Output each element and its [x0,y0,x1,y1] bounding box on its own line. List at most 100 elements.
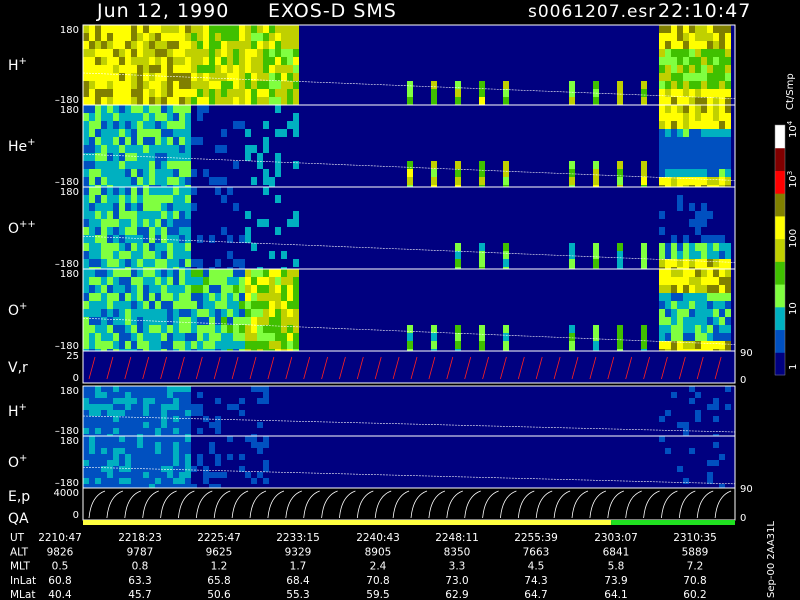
table-cell: 70.8 [366,575,389,587]
panel-5 [82,385,736,440]
qa-bar-green [611,520,735,525]
colorbar-swatch [775,306,785,331]
colorbar-swatch [775,147,785,171]
table-cell: 2303:07 [594,532,638,544]
panel-bottom-tick-7: 0 [73,510,79,521]
qa-bar [83,520,735,525]
table-cell: 4.5 [528,561,545,573]
qa-bar-yellow [83,520,612,525]
colorbar-tick: 103 [786,171,799,188]
right-axis-vr_bottom: 0 [740,375,746,386]
table-cell: 3.3 [449,561,466,573]
panel-top-tick-2: 180 [60,187,79,198]
table-cell: 2240:43 [356,532,400,544]
colorbar-tick: 10 [788,302,799,315]
table-cell: 62.9 [445,589,468,600]
table-cell: 5889 [682,546,709,558]
panel-bottom-tick-4: 0 [73,373,79,384]
ephemeris-table: UT 2210:47 2218:23 2225:47 2233:15 2240:43 224… [10,532,717,600]
table-cell: 45.7 [128,589,151,600]
table-row-label: InLat [10,575,36,587]
panel-top-tick-1: 180 [60,105,79,116]
colorbar-swatch [775,329,785,353]
table-cell: 73.0 [445,575,468,587]
side-label: Sep-00 2AA31L [766,521,777,598]
panel-label-5: H+ [8,402,27,420]
right-axis-ep_top: 90 [740,484,753,495]
table-cell: 60.2 [683,589,706,600]
table-cell: 2.4 [370,561,387,573]
table-cell: 1.2 [211,561,228,573]
panel-3 [82,268,736,357]
table-cell: 2248:11 [435,532,479,544]
spectrogram-panels [82,24,736,521]
panel-label-3: O+ [8,301,27,319]
table-cell: 74.3 [524,575,547,587]
qa-label: QA [8,511,29,527]
table-cell: 70.8 [683,575,706,587]
panel-label-sup-6: + [19,453,27,464]
table-cell: 40.4 [48,589,72,600]
table-cell: 2255:39 [514,532,558,544]
colorbar-tick: 104 [786,120,799,138]
colorbar-tick: 1 [788,364,799,370]
panel-top-tick-7: 4000 [54,488,79,499]
colorbar-tick: 100 [788,229,799,248]
table-cell: 9787 [127,546,154,558]
colorbar-swatch [775,125,785,149]
chart-date: Jun 12, 1990 [96,0,229,22]
table-cell: 73.9 [604,575,627,587]
right-axis-vr_top: 90 [740,348,753,359]
panel-top-tick-6: 180 [60,436,79,447]
colorbar-swatch [775,238,785,262]
colorbar-swatch [775,352,785,376]
colorbar-swatch [775,215,785,240]
table-cell: 2218:23 [118,532,162,544]
colorbar-swatch [775,170,785,194]
panel-label-1: He+ [8,137,36,155]
table-cell: 8350 [444,546,471,558]
colorbar-swatch [775,261,785,285]
panel-label-6: O+ [8,453,27,471]
table-cell: 0.5 [52,561,69,573]
panel-label-sup-1: + [27,137,35,148]
panel-top-tick-4: 25 [66,351,79,362]
panel-label-sup-5: + [19,402,27,413]
table-cell: 63.3 [128,575,151,587]
right-axis-ep_bottom: 0 [740,513,746,524]
table-cell: 2310:35 [673,532,717,544]
table-cell: 7663 [523,546,550,558]
panel-4 [82,350,736,384]
table-cell: 6841 [603,546,630,558]
panel-2 [82,186,736,275]
table-row-label: ALT [10,546,29,558]
table-cell: 65.8 [207,575,230,587]
colorbar-swatch [775,284,785,308]
panel-top-tick-0: 180 [60,25,79,36]
chart-time: 22:10:47 [658,0,751,22]
table-cell: 9625 [206,546,233,558]
table-cell: 9826 [47,546,74,558]
table-cell: 2225:47 [197,532,241,544]
table-row-label: UT [10,532,25,544]
table-cell: 1.7 [290,561,307,573]
table-cell: 0.8 [132,561,149,573]
panel-label-sup-0: + [19,56,27,67]
panel-6 [82,435,736,490]
table-cell: 7.2 [687,561,704,573]
table-cell: 5.8 [608,561,625,573]
panel-label-sup-3: + [19,301,27,312]
table-cell: 59.5 [366,589,389,600]
panel-top-tick-3: 180 [60,269,79,280]
chart-file: s0061207.esr [528,2,656,22]
chart-mission: EXOS-D SMS [268,0,397,22]
table-cell: 50.6 [207,589,231,600]
panel-0 [82,24,736,106]
panel-label-7: E,p [8,489,30,505]
table-cell: 64.7 [524,589,547,600]
table-row-label: MLT [10,561,30,573]
colorbar-swatch [775,193,785,217]
panel-top-tick-5: 180 [60,386,79,397]
panel-label-sup-2: ++ [19,219,36,230]
table-cell: 9329 [285,546,312,558]
